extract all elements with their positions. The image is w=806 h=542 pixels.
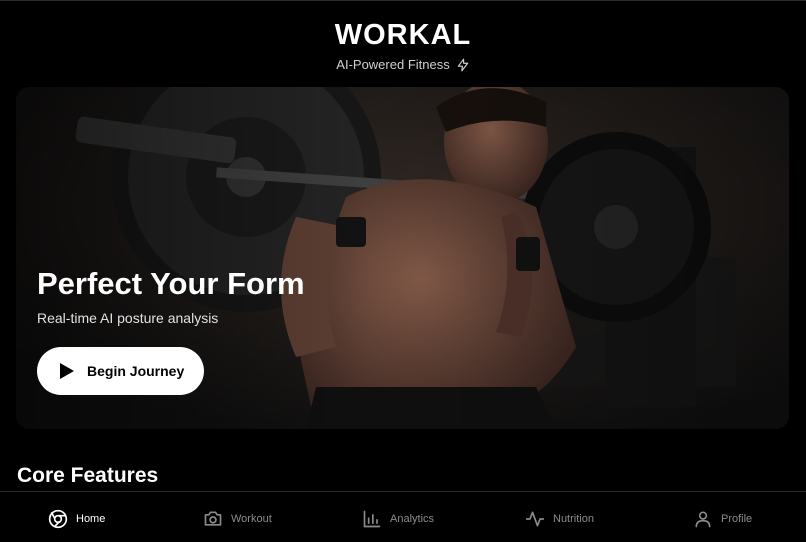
- play-icon: [60, 363, 74, 379]
- tagline-text: AI-Powered Fitness: [336, 57, 450, 72]
- brand-logo: WORKAL: [334, 19, 472, 51]
- compass-icon: [48, 509, 68, 529]
- tab-home-label: Home: [76, 513, 106, 525]
- tab-home[interactable]: Home: [48, 508, 105, 530]
- app-header: WORKAL AI-Powered Fitness: [0, 18, 806, 74]
- app-screen: WORKAL AI-Powered Fitness Perfect Your F…: [0, 0, 806, 542]
- tab-analytics-label: Analytics: [390, 513, 435, 525]
- tab-nutrition-label: Nutrition: [553, 513, 594, 525]
- user-icon: [695, 511, 711, 528]
- tab-profile-label: Profile: [721, 513, 753, 525]
- tab-profile[interactable]: Profile: [693, 508, 752, 530]
- tab-workout-label: Workout: [231, 513, 272, 525]
- begin-journey-button[interactable]: Begin Journey: [37, 347, 204, 395]
- bar-chart-icon: [363, 510, 381, 528]
- tab-analytics[interactable]: Analytics: [362, 508, 434, 530]
- top-divider: [0, 0, 806, 1]
- lightning-icon: [457, 58, 468, 72]
- begin-journey-label: Begin Journey: [87, 363, 185, 379]
- core-features-heading: Core Features: [17, 464, 159, 487]
- hero-subtitle: Real-time AI posture analysis: [37, 310, 219, 326]
- tagline: AI-Powered Fitness: [336, 56, 469, 74]
- bottom-tab-bar: Home Workout Analytics Nutrition Profile: [0, 491, 806, 542]
- camera-icon: [204, 511, 222, 526]
- activity-icon: [525, 511, 545, 527]
- tab-nutrition[interactable]: Nutrition: [525, 508, 594, 530]
- hero-card: Perfect Your Form Real-time AI posture a…: [16, 87, 789, 429]
- tab-workout[interactable]: Workout: [203, 508, 272, 530]
- hero-title: Perfect Your Form: [37, 266, 305, 301]
